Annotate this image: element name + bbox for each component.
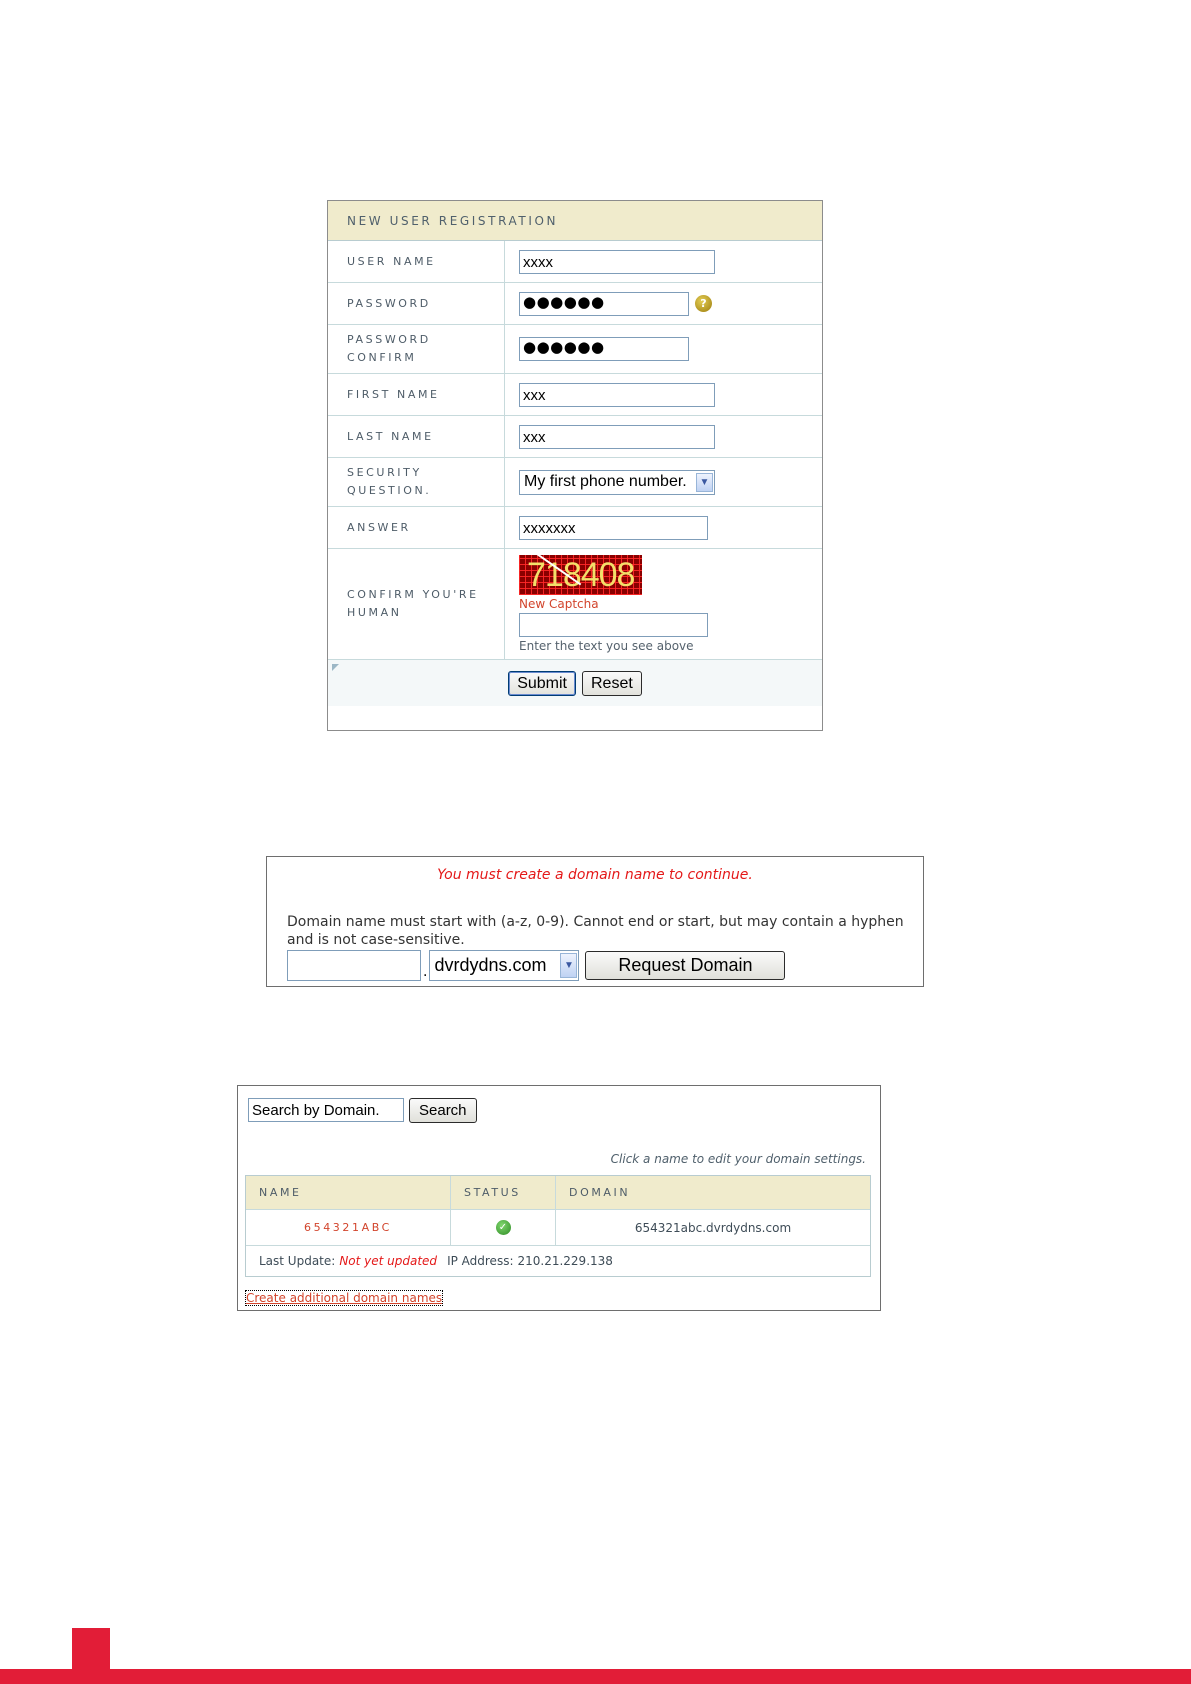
first-name-label: FIRST NAME bbox=[328, 374, 505, 415]
last-update-row: Last Update: Not yet updated IP Address:… bbox=[246, 1246, 870, 1276]
new-captcha-link[interactable]: New Captcha bbox=[519, 597, 599, 611]
security-question-label-line1: SECURITY bbox=[347, 466, 422, 479]
last-update-value: Not yet updated bbox=[339, 1254, 438, 1268]
domain-separator: . bbox=[423, 963, 428, 980]
column-header-name: NAME bbox=[246, 1176, 451, 1209]
form-title: NEW USER REGISTRATION bbox=[328, 201, 822, 241]
row-captcha: CONFIRM YOU'RE HUMAN 718408 New Captcha … bbox=[328, 549, 822, 660]
reset-button[interactable]: Reset bbox=[582, 670, 642, 696]
password-input[interactable]: ●●●●●● bbox=[519, 291, 689, 316]
answer-input[interactable]: xxxxxxx bbox=[519, 515, 708, 540]
captcha-input[interactable] bbox=[519, 613, 708, 637]
corner-marker bbox=[332, 664, 339, 671]
answer-label: ANSWER bbox=[328, 507, 505, 548]
domain-request-panel: You must create a domain name to continu… bbox=[266, 856, 924, 987]
password-confirm-label-line2: CONFIRM bbox=[347, 351, 417, 364]
chevron-down-icon[interactable]: ▼ bbox=[696, 472, 713, 492]
column-header-status: STATUS bbox=[451, 1176, 556, 1209]
ip-label: IP Address: bbox=[447, 1254, 514, 1268]
username-input[interactable]: xxxx bbox=[519, 249, 715, 274]
security-question-select[interactable]: My first phone number. ▼ bbox=[519, 469, 715, 495]
submit-button[interactable]: Submit bbox=[508, 670, 576, 696]
first-name-input[interactable]: xxx bbox=[519, 382, 715, 407]
security-question-selected: My first phone number. bbox=[524, 473, 687, 490]
captcha-text: 718408 bbox=[527, 556, 635, 594]
domain-list-panel: Search by Domain. Search Click a name to… bbox=[237, 1085, 881, 1311]
domain-name-input[interactable] bbox=[287, 950, 421, 981]
footer-bar bbox=[0, 1669, 1191, 1684]
domain-error-message: You must create a domain name to continu… bbox=[437, 867, 753, 883]
click-hint: Click a name to edit your domain setting… bbox=[610, 1152, 866, 1166]
domain-table: NAME STATUS DOMAIN 654321ABC ✓ 654321abc… bbox=[245, 1175, 871, 1277]
ip-value: 210.21.229.138 bbox=[517, 1254, 613, 1268]
row-password-confirm: PASSWORD CONFIRM ●●●●●● bbox=[328, 325, 822, 374]
row-password: PASSWORD ●●●●●● ? bbox=[328, 283, 822, 325]
row-first-name: FIRST NAME xxx bbox=[328, 374, 822, 416]
security-question-label-line2: QUESTION. bbox=[347, 484, 432, 497]
row-last-name: LAST NAME xxx bbox=[328, 416, 822, 458]
domain-full-name: 654321abc.dvrdydns.com bbox=[634, 1220, 792, 1235]
domain-rules-text: Domain name must start with (a-z, 0-9). … bbox=[287, 914, 904, 948]
registration-form: NEW USER REGISTRATION USER NAME xxxx PAS… bbox=[327, 200, 823, 731]
row-security-question: SECURITY QUESTION. My first phone number… bbox=[328, 458, 822, 507]
domain-selected: dvrdydns.com bbox=[434, 955, 547, 975]
captcha-label-line1: CONFIRM YOU'RE bbox=[347, 588, 479, 601]
search-input[interactable]: Search by Domain. bbox=[248, 1098, 404, 1122]
password-confirm-input[interactable]: ●●●●●● bbox=[519, 337, 689, 361]
create-additional-domains-link[interactable]: Create additional domain names bbox=[244, 1290, 444, 1306]
last-name-input[interactable]: xxx bbox=[519, 424, 715, 449]
question-circle-icon[interactable]: ? bbox=[695, 295, 712, 312]
captcha-hint: Enter the text you see above bbox=[519, 639, 694, 653]
row-answer: ANSWER xxxxxxx bbox=[328, 507, 822, 549]
captcha-image: 718408 bbox=[519, 555, 642, 595]
password-confirm-label-line1: PASSWORD bbox=[347, 333, 431, 346]
request-domain-button[interactable]: Request Domain bbox=[585, 951, 786, 980]
table-row: 654321ABC ✓ 654321abc.dvrdydns.com bbox=[246, 1210, 870, 1246]
row-username: USER NAME xxxx bbox=[328, 241, 822, 283]
last-name-label: LAST NAME bbox=[328, 416, 505, 457]
domain-name-link[interactable]: 654321ABC bbox=[304, 1221, 392, 1234]
last-update-label: Last Update: bbox=[259, 1254, 336, 1268]
form-buttons: Submit Reset bbox=[328, 660, 822, 706]
column-header-domain: DOMAIN bbox=[569, 1186, 631, 1199]
password-label: PASSWORD bbox=[328, 283, 505, 324]
chevron-down-icon[interactable]: ▼ bbox=[560, 953, 578, 978]
domain-select[interactable]: dvrdydns.com ▼ bbox=[429, 950, 580, 981]
search-button[interactable]: Search bbox=[409, 1098, 477, 1123]
captcha-label-line2: HUMAN bbox=[347, 606, 402, 619]
check-circle-icon: ✓ bbox=[495, 1220, 511, 1235]
username-label: USER NAME bbox=[328, 241, 505, 282]
